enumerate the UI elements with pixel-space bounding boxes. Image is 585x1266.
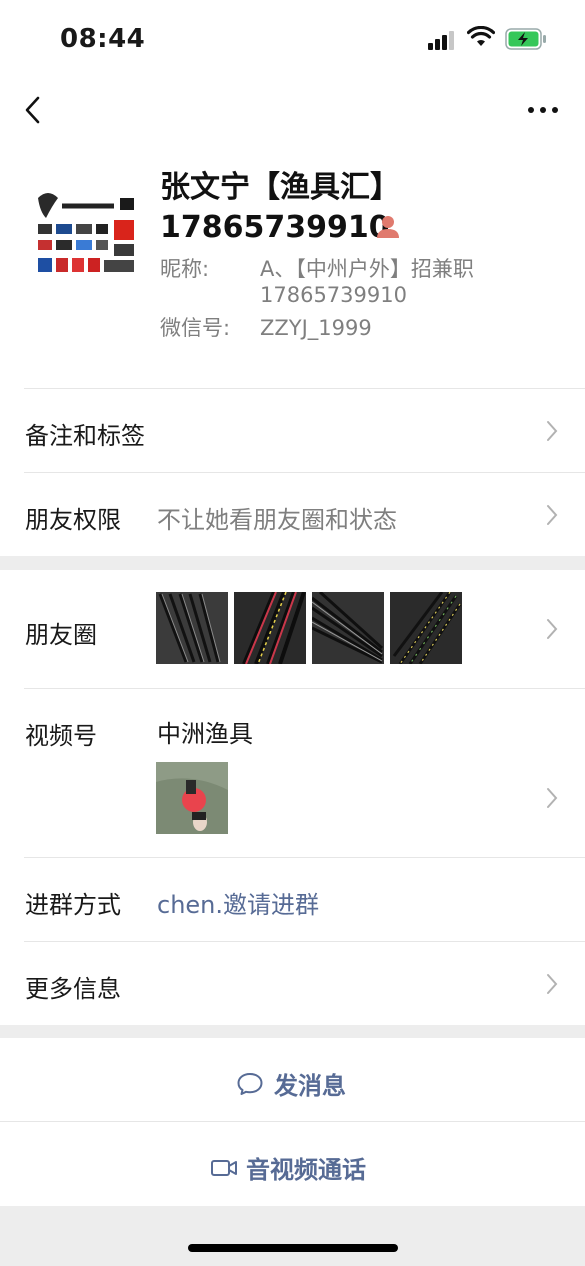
moments-thumbnail[interactable] — [234, 592, 306, 664]
person-icon — [377, 216, 399, 238]
more-info-label: 更多信息 — [25, 975, 121, 1003]
message-icon — [237, 1072, 263, 1095]
wechat-id-value: ZZYJ_1999 — [260, 316, 372, 340]
channel-thumbnail[interactable] — [156, 762, 228, 834]
more-info-row[interactable]: 更多信息 — [0, 941, 585, 1025]
profile-card: 张文宁【渔具汇】 17865739910 昵称: A、【中州户外】招兼职 178… — [0, 140, 585, 388]
video-call-label: 音视频通话 — [246, 1156, 366, 1184]
nickname-label: 昵称: — [160, 257, 210, 281]
chevron-right-icon — [547, 421, 558, 441]
contact-name: 张文宁【渔具汇】 — [160, 170, 400, 205]
moments-thumbnail[interactable] — [390, 592, 462, 664]
channels-label: 视频号 — [25, 722, 97, 750]
remark-tags-label: 备注和标签 — [25, 422, 145, 450]
send-message-button[interactable]: 发消息 — [0, 1038, 585, 1122]
chevron-right-icon — [547, 788, 558, 808]
wifi-icon — [467, 26, 495, 46]
chevron-right-icon — [547, 974, 558, 994]
join-method-value[interactable]: chen.邀请进群 — [157, 885, 319, 920]
avatar[interactable] — [32, 184, 136, 288]
channels-row[interactable]: 视频号 中洲渔具 — [0, 688, 585, 857]
moments-label: 朋友圈 — [25, 621, 97, 649]
send-message-label: 发消息 — [274, 1072, 346, 1100]
more-icon[interactable] — [523, 88, 563, 132]
friend-permission-row[interactable]: 朋友权限 不让她看朋友圈和状态 — [0, 472, 585, 556]
nickname-value-line1: A、【中州户外】招兼职 — [260, 257, 474, 281]
wechat-id-label: 微信号: — [160, 316, 231, 340]
battery-charging-icon — [505, 28, 546, 50]
contact-phone: 17865739910 — [160, 210, 390, 245]
nickname-value-line2: 17865739910 — [260, 283, 407, 307]
chevron-right-icon — [547, 505, 558, 525]
join-method-row: 进群方式 chen.邀请进群 — [0, 857, 585, 941]
video-call-button[interactable]: 音视频通话 — [0, 1122, 585, 1206]
join-method-label: 进群方式 — [25, 891, 121, 919]
friend-permission-value: 不让她看朋友圈和状态 — [157, 506, 397, 534]
channels-value: 中洲渔具 — [157, 720, 253, 748]
remark-tags-row[interactable]: 备注和标签 — [0, 388, 585, 472]
cellular-signal-icon — [428, 28, 458, 50]
chevron-right-icon — [547, 619, 558, 639]
nav-bar — [0, 80, 585, 140]
home-indicator[interactable] — [188, 1244, 398, 1252]
status-time: 08:44 — [60, 24, 146, 54]
back-icon[interactable] — [18, 88, 48, 132]
status-bar: 08:44 — [0, 0, 585, 80]
friend-permission-label: 朋友权限 — [25, 506, 121, 534]
moments-thumbnail[interactable] — [156, 592, 228, 664]
video-call-icon — [211, 1159, 237, 1176]
moments-thumbnail[interactable] — [312, 592, 384, 664]
settings-group: 备注和标签 朋友权限 不让她看朋友圈和状态 — [0, 388, 585, 556]
